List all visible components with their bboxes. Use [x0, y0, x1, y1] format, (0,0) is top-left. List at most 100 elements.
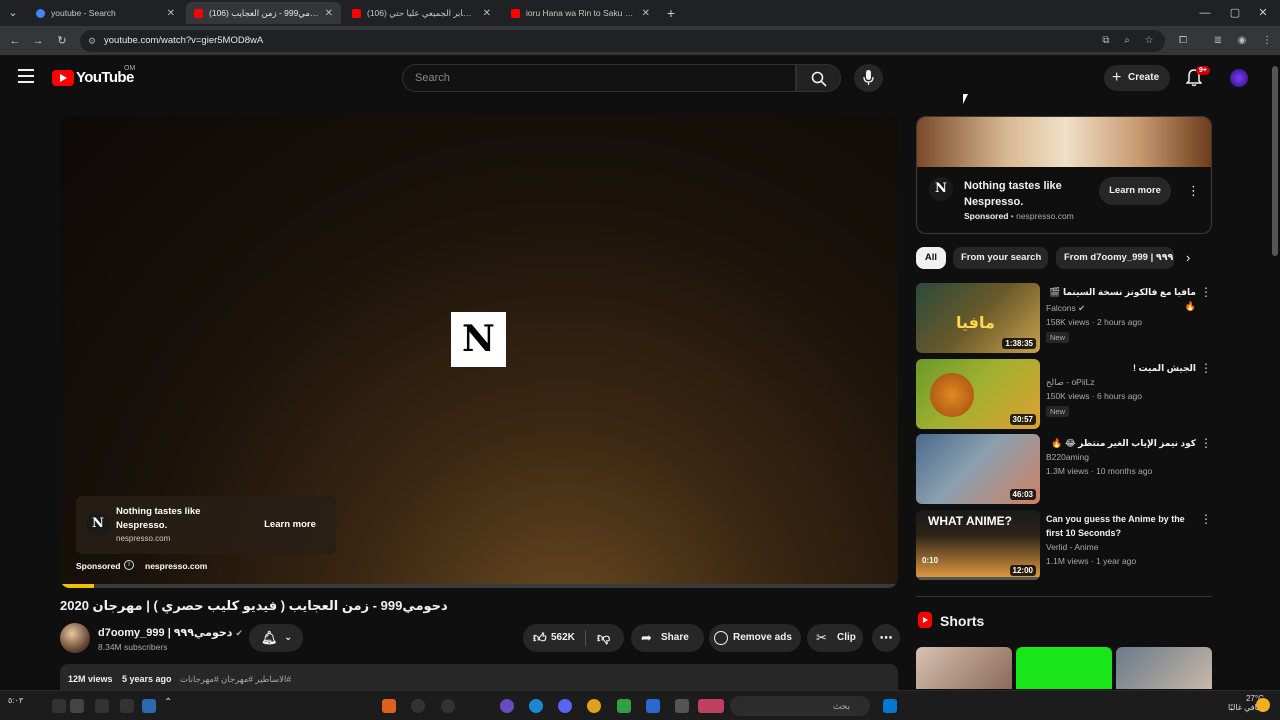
video-player[interactable]: N N Nothing tastes like Nespresso. nespr…: [60, 116, 898, 588]
clip-button[interactable]: ✂ Clip: [807, 624, 863, 652]
close-window-icon[interactable]: ✕: [1254, 4, 1272, 22]
subscribe-notification-button[interactable]: 🔔︎ ⌄: [249, 624, 303, 652]
maximize-icon[interactable]: ▢: [1226, 4, 1244, 22]
taskbar-app-icon[interactable]: [617, 699, 631, 713]
sync-tray-icon[interactable]: [142, 699, 156, 713]
recommendation-meta: 1.1M views · 1 year ago: [1046, 556, 1137, 566]
item-menu-icon[interactable]: ⋮: [1200, 285, 1212, 299]
item-menu-icon[interactable]: ⋮: [1200, 436, 1212, 450]
clip-label: Clip: [837, 632, 856, 643]
duration-badge: 46:03: [1009, 489, 1036, 500]
scrollbar-thumb[interactable]: [1272, 66, 1278, 256]
dislike-button[interactable]: 👎︎: [593, 624, 621, 652]
youtube-logo[interactable]: YouTube OM: [52, 65, 142, 89]
address-bar[interactable]: ⚙ youtube.com/watch?v=gier5MOD8wA: [80, 30, 1165, 52]
recommendation-item[interactable]: WHAT ANIME? 0:10 12:00 Can you guess the…: [916, 510, 1212, 580]
ad-learn-more-button[interactable]: Learn more: [1099, 177, 1171, 205]
taskbar-search-box[interactable]: بحث: [730, 696, 870, 716]
video-progress-bar[interactable]: [60, 584, 898, 588]
item-menu-icon[interactable]: ⋮: [1200, 361, 1212, 375]
more-actions-icon[interactable]: ⋯: [872, 624, 900, 652]
chrome-icon[interactable]: [587, 699, 601, 713]
close-tab-icon[interactable]: ✕: [325, 8, 333, 19]
remove-ads-label: Remove ads: [733, 632, 792, 643]
chip-from-channel[interactable]: From d7oomy_999 | ٩٩٩: [1056, 247, 1174, 269]
create-label: Create: [1128, 72, 1160, 83]
extensions-icon[interactable]: ⧠: [1175, 33, 1191, 49]
tab-search-icon[interactable]: ⌄: [4, 4, 22, 22]
tray-icon[interactable]: [70, 699, 84, 713]
notifications-button[interactable]: 9+: [1185, 66, 1210, 87]
remove-ads-button[interactable]: Remove ads: [709, 624, 801, 652]
chip-all[interactable]: All: [916, 247, 946, 269]
recommendation-title: الجيش الميت !: [1132, 363, 1196, 373]
short-thumbnail[interactable]: [1016, 647, 1112, 689]
page-scrollbar[interactable]: [1270, 56, 1280, 690]
browser-menu-icon[interactable]: ⋮: [1259, 33, 1275, 49]
microphone-icon: [863, 70, 874, 85]
search-button[interactable]: [796, 64, 841, 92]
profile-avatar-icon[interactable]: ◉: [1234, 33, 1250, 49]
account-avatar[interactable]: [1230, 69, 1248, 87]
ad-info-icon[interactable]: i: [124, 560, 134, 570]
chevron-up-icon[interactable]: ⌃: [164, 697, 172, 708]
edge-icon[interactable]: [529, 699, 543, 713]
taskbar-active-app-icon[interactable]: [698, 699, 724, 713]
tab-youtube-search[interactable]: youtube - Search ✕: [28, 2, 183, 24]
short-thumbnail[interactable]: [1116, 647, 1212, 689]
scissors-icon: ✂: [816, 630, 827, 645]
taskbar-app-icon[interactable]: [646, 699, 660, 713]
tab-video-2[interactable]: (106) صابر الجميعي عليا حتي - ... ✕: [344, 2, 499, 24]
clock[interactable]: ٥:٠٣: [8, 696, 23, 705]
file-explorer-icon[interactable]: [675, 699, 689, 713]
zoom-icon[interactable]: ⌕: [1119, 33, 1135, 49]
windows-start-icon[interactable]: [883, 699, 897, 713]
create-button[interactable]: + Create: [1104, 65, 1170, 91]
forward-icon[interactable]: →: [29, 32, 47, 50]
close-tab-icon[interactable]: ✕: [483, 8, 491, 19]
tab-search-icon[interactable]: ≣: [1210, 33, 1226, 49]
channel-name[interactable]: d7oomy_999 | دحومي٩٩٩ ✔: [98, 626, 243, 639]
item-menu-icon[interactable]: ⋮: [1200, 512, 1212, 526]
taskbar-app-icon[interactable]: [500, 699, 514, 713]
install-icon[interactable]: ⧉: [1098, 33, 1114, 49]
tab-video-3[interactable]: ioru Hana wa Rin to Saku الحي ✕: [503, 2, 658, 24]
search-input[interactable]: Search: [402, 64, 796, 92]
channel-avatar[interactable]: [60, 623, 90, 653]
thumbnail-text: مافيا: [956, 315, 995, 332]
taskbar-app-icon[interactable]: [441, 699, 455, 713]
tray-icon[interactable]: [52, 699, 66, 713]
chip-from-your-search[interactable]: From your search: [953, 247, 1048, 269]
thumbnail-graphic: [930, 373, 974, 417]
taskbar-app-icon[interactable]: [382, 699, 396, 713]
close-tab-icon[interactable]: ✕: [642, 8, 650, 19]
recommendation-item[interactable]: 46:03 كود نيمز الإياب الغير منتظر 😂 🔥 B2…: [916, 434, 1212, 504]
recommendation-item[interactable]: مافيا 1:38:35 مافيا مع فالكونز نسخة السي…: [916, 283, 1212, 353]
share-button[interactable]: ➦ Share: [631, 624, 704, 652]
hamburger-menu-icon[interactable]: [18, 69, 34, 83]
recommendation-item[interactable]: 30:57 الجيش الميت ! صالح - oPiiLz 150K v…: [916, 359, 1212, 429]
recommendation-meta: 150K views · 6 hours ago: [1046, 391, 1142, 401]
taskbar-app-icon[interactable]: [411, 699, 425, 713]
minimize-icon[interactable]: —: [1196, 4, 1214, 22]
close-tab-icon[interactable]: ✕: [167, 8, 175, 19]
back-icon[interactable]: ←: [6, 32, 24, 50]
sidebar-ad-card[interactable]: N Nothing tastes like Nespresso. Sponsor…: [916, 116, 1212, 234]
ad-menu-icon[interactable]: ⋮: [1187, 183, 1200, 199]
description-box[interactable]: 12M views 5 years ago #الاساطير #مهرجان …: [60, 664, 898, 690]
reload-icon[interactable]: ↻: [53, 32, 71, 50]
microphone-tray-icon[interactable]: [120, 699, 134, 713]
recommendation-meta: 158K views · 2 hours ago: [1046, 317, 1142, 327]
ad-overlay-card[interactable]: N Nothing tastes like Nespresso. nespres…: [76, 496, 336, 554]
language-icon[interactable]: [95, 699, 109, 713]
ad-learn-more-button[interactable]: Learn more: [254, 512, 326, 538]
voice-search-button[interactable]: [854, 64, 883, 92]
site-info-icon[interactable]: ⚙: [88, 30, 96, 52]
new-tab-button[interactable]: +: [662, 4, 680, 22]
like-button[interactable]: 👍︎ 562K: [523, 624, 585, 652]
short-thumbnail[interactable]: [916, 647, 1012, 689]
discord-icon[interactable]: [558, 699, 572, 713]
chevron-right-icon[interactable]: ›: [1186, 250, 1190, 265]
bookmark-star-icon[interactable]: ☆: [1141, 33, 1157, 49]
tab-current-video[interactable]: دحومي999 - زمن العجايب (106) ✕: [186, 2, 341, 24]
